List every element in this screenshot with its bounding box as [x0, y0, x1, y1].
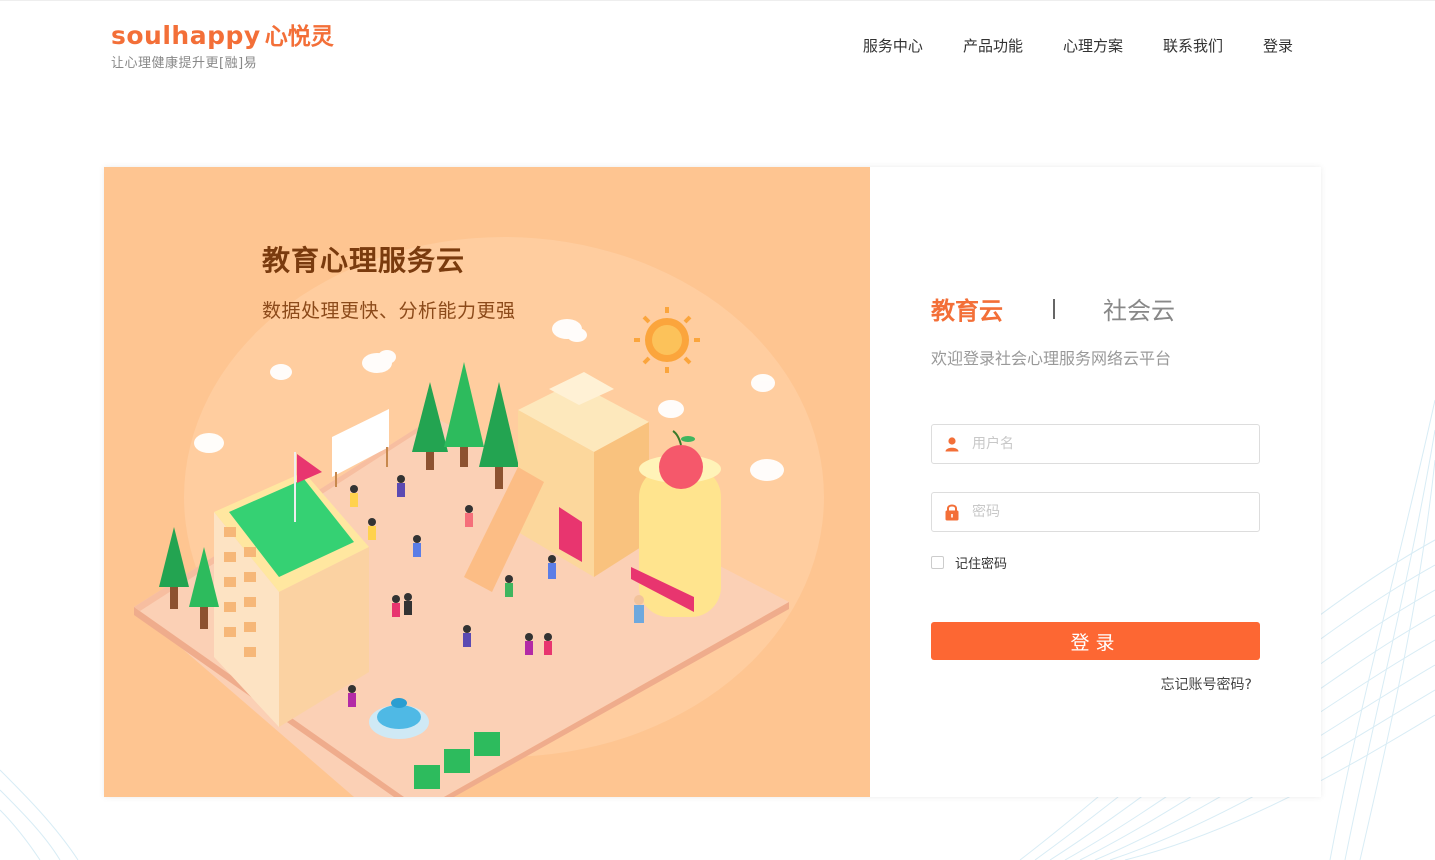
promo-banner: 教育心理服务云 数据处理更快、分析能力更强: [104, 167, 870, 797]
banner-subtitle: 数据处理更快、分析能力更强: [262, 300, 516, 322]
banner-title: 教育心理服务云: [262, 244, 466, 277]
remember-label[interactable]: 记住密码: [955, 553, 1007, 572]
login-card: 教育心理服务云 数据处理更快、分析能力更强 教育云 社会云 欢迎登录社会心理服务…: [104, 167, 1321, 797]
login-page: soulhappy 心悦灵 让心理健康提升更[融]易 服务中心 产品功能 心理方…: [0, 0, 1435, 860]
tab-divider: [1053, 298, 1055, 319]
lock-icon: [932, 493, 972, 531]
nav-login[interactable]: 登录: [1263, 35, 1293, 56]
forgot-password-link[interactable]: 忘记账号密码?: [1161, 674, 1252, 694]
cloud-tabs: 教育云 社会云: [931, 291, 1175, 326]
brand-logo[interactable]: soulhappy 心悦灵 让心理健康提升更[融]易: [111, 17, 334, 71]
logo-slogan: 让心理健康提升更[融]易: [111, 56, 258, 71]
tab-education-cloud[interactable]: 教育云: [931, 291, 1003, 326]
main-nav: 服务中心 产品功能 心理方案 联系我们 登录: [823, 35, 1293, 56]
password-field[interactable]: [931, 492, 1260, 532]
nav-service-center[interactable]: 服务中心: [863, 35, 923, 56]
logo-wordmark: soulhappy: [111, 21, 261, 50]
campus-illustration: [134, 237, 824, 797]
login-button[interactable]: 登录: [931, 622, 1260, 660]
username-field[interactable]: [931, 424, 1260, 464]
tab-social-cloud[interactable]: 社会云: [1103, 291, 1175, 326]
remember-checkbox[interactable]: [931, 556, 944, 569]
remember-password: 记住密码: [931, 553, 1007, 572]
top-header: soulhappy 心悦灵 让心理健康提升更[融]易 服务中心 产品功能 心理方…: [0, 0, 1435, 90]
password-input[interactable]: [972, 504, 1242, 520]
nav-psychology-solutions[interactable]: 心理方案: [1063, 35, 1123, 56]
username-input[interactable]: [972, 436, 1242, 452]
logo-chinese-name: 心悦灵: [264, 24, 334, 50]
nav-product-features[interactable]: 产品功能: [963, 35, 1023, 56]
nav-contact-us[interactable]: 联系我们: [1163, 35, 1223, 56]
user-icon: [932, 425, 972, 463]
login-panel: 教育云 社会云 欢迎登录社会心理服务网络云平台 用户名 记住密码 登录 忘记账号…: [870, 167, 1321, 797]
welcome-text: 欢迎登录社会心理服务网络云平台: [931, 349, 1172, 368]
